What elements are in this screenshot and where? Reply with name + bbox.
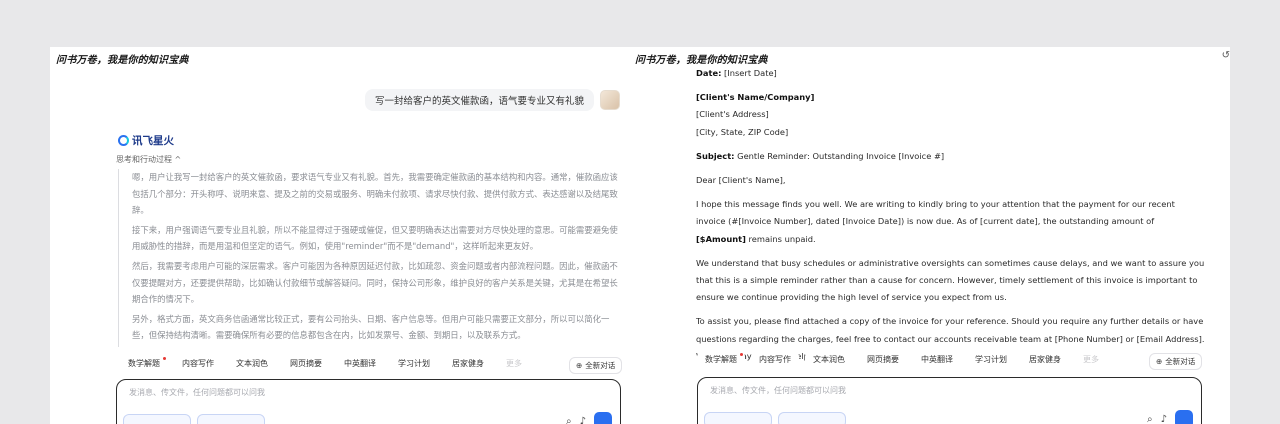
chip-writing[interactable]: 内容写作: [751, 351, 799, 368]
chip-study[interactable]: 学习计划: [967, 351, 1015, 368]
input-tools: [123, 414, 265, 424]
thinking-paragraph: 接下来，用户强调语气要专业且礼貌，所以不能显得过于强硬或催促，但又要明确表达出需…: [132, 224, 618, 252]
letter-subject: Subject: Gentle Reminder: Outstanding In…: [696, 150, 945, 161]
letter-paragraph-2: We understand that busy schedules or adm…: [696, 257, 1205, 303]
mic-icon[interactable]: ♪: [1161, 414, 1167, 424]
chip-math[interactable]: 数学解题: [120, 355, 168, 372]
left-chat-panel: 问书万卷，我是你的知识宝典 写一封给客户的英文催款函，语气要专业又有礼貌 讯飞星…: [50, 47, 632, 424]
message-input[interactable]: [710, 386, 1130, 395]
thinking-process: 嗯，用户让我写一封给客户的英文催款函，要求语气专业又有礼貌。首先，我需要确定催款…: [118, 169, 618, 347]
quick-chips: 数学解题 内容写作 文本润色 网页摘要 中英翻译 学习计划 居家健身 更多: [120, 355, 530, 372]
chip-fitness[interactable]: 居家健身: [444, 355, 492, 372]
user-message: 写一封给客户的英文催款函，语气要专业又有礼貌: [364, 89, 620, 111]
input-actions: ⌕ ♪: [1147, 410, 1193, 424]
message-input[interactable]: [129, 388, 549, 397]
chip-math[interactable]: 数学解题: [697, 351, 745, 368]
chip-summary[interactable]: 网页摘要: [282, 355, 330, 372]
assistant-name: 讯飞星火: [132, 135, 174, 147]
chip-writing[interactable]: 内容写作: [174, 355, 222, 372]
new-chat-icon: ⊕: [576, 361, 583, 370]
chip-study[interactable]: 学习计划: [390, 355, 438, 372]
spark-logo-icon: [118, 135, 129, 146]
letter-date: Date: [Insert Date]: [696, 68, 777, 78]
chip-fitness[interactable]: 居家健身: [1021, 351, 1069, 368]
message-input-box: ⌕ ♪: [697, 377, 1202, 424]
attach-icon[interactable]: ⌕: [566, 416, 572, 424]
chip-more[interactable]: 更多: [498, 355, 530, 372]
generated-letter: Date: [Insert Date] [Client's Name/Compa…: [696, 65, 1206, 365]
thinking-toggle[interactable]: 思考和行动过程 ^: [116, 154, 181, 165]
letter-client-city: [City, State, ZIP Code]: [696, 126, 789, 137]
letter-client-address: [Client's Address]: [696, 109, 769, 120]
input-actions: ⌕ ♪: [566, 412, 612, 424]
right-chat-panel: 问书万卷，我是你的知识宝典 ↺ Date: [Insert Date] [Cli…: [632, 47, 1230, 424]
top-actions: ↺: [1222, 49, 1230, 63]
message-input-box: ⌕ ♪: [116, 379, 621, 424]
new-chat-button[interactable]: ⊕ 全新对话: [1149, 353, 1203, 370]
chip-summary[interactable]: 网页摘要: [859, 351, 907, 368]
user-avatar: [600, 90, 620, 110]
brand-title: 问书万卷，我是你的知识宝典: [56, 55, 189, 66]
chip-polish[interactable]: 文本润色: [805, 351, 853, 368]
quick-chips: 数学解题 内容写作 文本润色 网页摘要 中英翻译 学习计划 居家健身 更多: [697, 351, 1107, 368]
assistant-header: 讯飞星火: [118, 133, 174, 148]
tool-button[interactable]: [123, 414, 191, 424]
thinking-paragraph: 然后，我需要考虑用户可能的深层需求。客户可能因为各种原因延迟付款，比如疏忽、资金…: [132, 260, 618, 305]
tool-button[interactable]: [704, 412, 772, 424]
chip-translate[interactable]: 中英翻译: [913, 351, 961, 368]
thinking-paragraph: 嗯，用户让我写一封给客户的英文催款函，要求语气专业又有礼貌。首先，我需要确定催款…: [132, 172, 618, 216]
new-chat-icon: ⊕: [1156, 357, 1163, 366]
chip-polish[interactable]: 文本润色: [228, 355, 276, 372]
new-chat-label: 全新对话: [585, 361, 616, 370]
send-button[interactable]: [1175, 410, 1193, 424]
chip-more[interactable]: 更多: [1075, 351, 1107, 368]
user-message-text: 写一封给客户的英文催款函，语气要专业又有礼貌: [364, 89, 594, 111]
new-chat-button[interactable]: ⊕ 全新对话: [569, 357, 623, 374]
tool-button[interactable]: [197, 414, 265, 424]
history-icon[interactable]: ↺: [1222, 49, 1230, 63]
letter-paragraph-1: I hope this message finds you well. We a…: [696, 199, 1175, 244]
brand-title: 问书万卷，我是你的知识宝典: [635, 55, 768, 66]
send-button[interactable]: [594, 412, 612, 424]
chip-translate[interactable]: 中英翻译: [336, 355, 384, 372]
thinking-paragraph: 另外，格式方面，英文商务信函通常比较正式，要有公司抬头、日期、客户信息等。但用户…: [132, 313, 610, 341]
new-chat-label: 全新对话: [1165, 357, 1196, 366]
mic-icon[interactable]: ♪: [580, 416, 586, 424]
letter-client-name: [Client's Name/Company]: [696, 92, 815, 103]
attach-icon[interactable]: ⌕: [1147, 414, 1153, 424]
letter-salutation: Dear [Client's Name],: [696, 175, 786, 186]
input-tools: [704, 412, 846, 424]
tool-button[interactable]: [778, 412, 846, 424]
